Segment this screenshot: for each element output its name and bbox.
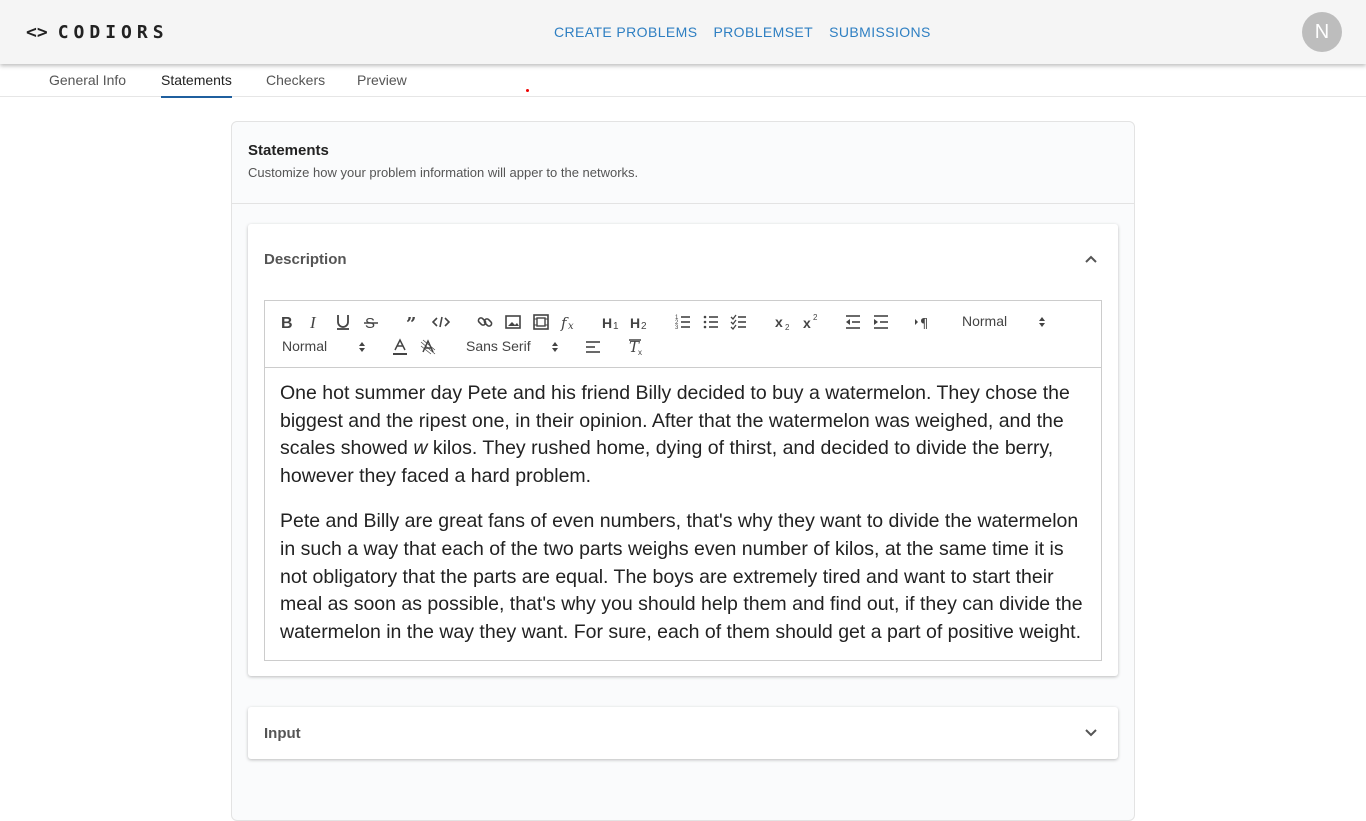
card-header: Statements Customize how your problem in… [232, 122, 1134, 204]
indent-icon[interactable] [871, 312, 891, 332]
tab-checkers[interactable]: Checkers [266, 72, 325, 88]
align-icon[interactable] [583, 337, 603, 357]
code-block-icon[interactable] [431, 312, 451, 332]
svg-text:I: I [309, 313, 317, 331]
blockquote-icon[interactable]: ” [403, 312, 423, 332]
nav-problemset[interactable]: PROBLEMSET [713, 24, 813, 40]
image-icon[interactable] [503, 312, 523, 332]
rich-text-editor: B I S ” fx H1 H2 123 x2 x2 ¶ Normal Norm… [264, 300, 1102, 661]
variable-w: w [413, 437, 428, 460]
svg-text:B: B [281, 315, 293, 331]
card-subtitle: Customize how your problem information w… [248, 165, 639, 180]
editor-toolbar: B I S ” fx H1 H2 123 x2 x2 ¶ Normal Norm… [265, 301, 1101, 368]
select-arrows-icon [552, 342, 558, 352]
top-nav: CREATE PROBLEMS PROBLEMSET SUBMISSIONS [554, 0, 931, 64]
clear-format-icon[interactable]: Tx [627, 337, 647, 357]
nav-submissions[interactable]: SUBMISSIONS [829, 24, 931, 40]
chevron-down-icon[interactable] [1084, 726, 1098, 740]
nav-create-problems[interactable]: CREATE PROBLEMS [554, 24, 697, 40]
size-select-value: Normal [282, 338, 328, 354]
description-paragraph-1: One hot summer day Pete and his friend B… [280, 380, 1086, 490]
svg-text:2: 2 [641, 321, 647, 331]
check-list-icon[interactable] [729, 312, 749, 332]
strike-icon[interactable]: S [361, 312, 381, 332]
select-arrows-icon [1039, 317, 1045, 327]
brand-name: CODIORS [57, 21, 169, 43]
sub-tabs: General Info Statements Checkers Preview [0, 64, 1366, 98]
svg-text:x: x [638, 348, 642, 356]
cursor-dot [526, 89, 529, 92]
svg-text:¶: ¶ [920, 317, 928, 331]
svg-text:1: 1 [613, 321, 619, 331]
outdent-icon[interactable] [843, 312, 863, 332]
chevron-up-icon[interactable] [1084, 252, 1098, 266]
italic-icon[interactable]: I [305, 312, 325, 332]
svg-text:2: 2 [785, 323, 790, 331]
description-title[interactable]: Description [264, 251, 347, 268]
app-bar: <> CODIORS CREATE PROBLEMS PROBLEMSET SU… [0, 0, 1366, 64]
svg-text:x: x [803, 315, 811, 331]
svg-text:2: 2 [813, 313, 818, 322]
svg-text:H: H [602, 315, 612, 331]
svg-text:3: 3 [675, 325, 679, 331]
code-brackets-icon: <> [26, 21, 48, 43]
bold-icon[interactable]: B [277, 312, 297, 332]
link-icon[interactable] [475, 312, 495, 332]
rtl-icon[interactable]: ¶ [913, 312, 933, 332]
input-title[interactable]: Input [264, 725, 301, 742]
text-color-icon[interactable] [390, 337, 410, 357]
ordered-list-icon[interactable]: 123 [673, 312, 693, 332]
formula-icon[interactable]: fx [559, 312, 579, 332]
brand-logo[interactable]: <> CODIORS [26, 20, 169, 44]
svg-text:x: x [775, 314, 783, 330]
card-title: Statements [248, 142, 329, 159]
tab-statements[interactable]: Statements [161, 72, 232, 98]
header-select-value: Normal [962, 313, 1008, 329]
avatar[interactable]: N [1302, 12, 1342, 52]
svg-text:H: H [630, 315, 640, 331]
video-icon[interactable] [531, 312, 551, 332]
svg-text:x: x [568, 321, 574, 331]
font-select-value: Sans Serif [466, 338, 531, 354]
h1-icon[interactable]: H1 [601, 312, 621, 332]
description-panel: Description B I S ” fx H1 H2 123 x2 x 2 … [248, 224, 1118, 676]
select-arrows-icon [359, 342, 365, 352]
statements-card: Statements Customize how your problem in… [231, 121, 1135, 821]
underline-icon[interactable] [333, 312, 353, 332]
size-select[interactable]: Normal [282, 338, 366, 356]
bullet-list-icon[interactable] [701, 312, 721, 332]
input-panel: Input [248, 707, 1118, 759]
tab-general-info[interactable]: General Info [49, 72, 126, 88]
description-paragraph-2: Pete and Billy are great fans of even nu… [280, 510, 1083, 643]
background-color-icon[interactable] [418, 337, 438, 357]
header-select[interactable]: Normal [962, 313, 1046, 331]
superscript-icon[interactable]: x2 [801, 312, 821, 332]
tab-preview[interactable]: Preview [357, 72, 407, 88]
font-select[interactable]: Sans Serif [466, 338, 559, 356]
h2-icon[interactable]: H2 [629, 312, 649, 332]
subscript-icon[interactable]: x2 [773, 312, 793, 332]
svg-text:”: ” [406, 314, 416, 331]
editor-content[interactable]: One hot summer day Pete and his friend B… [265, 368, 1101, 658]
